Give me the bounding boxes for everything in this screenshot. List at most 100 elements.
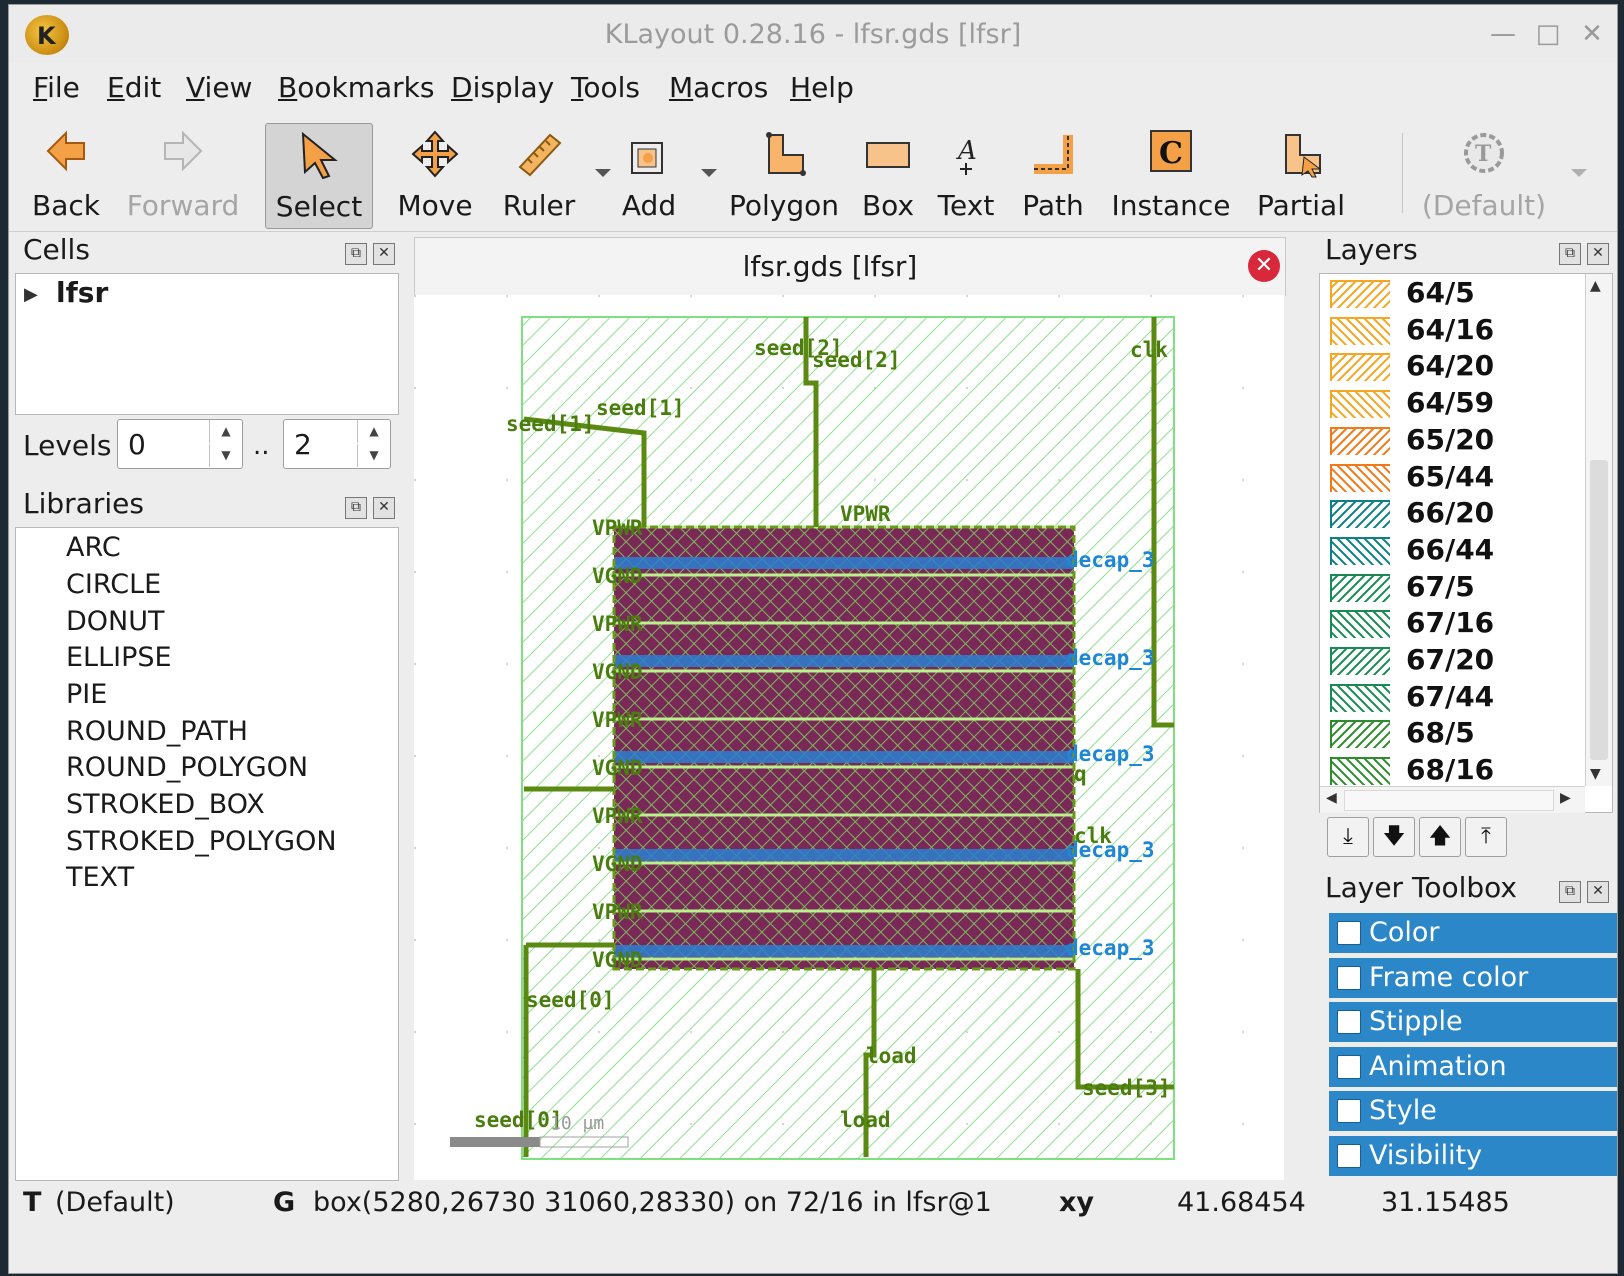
ruler-icon bbox=[518, 133, 562, 177]
cells-float-icon[interactable]: ⧉ bbox=[345, 243, 367, 265]
status-mode-value: (Default) bbox=[55, 1187, 175, 1218]
layer-swatch bbox=[1330, 536, 1390, 565]
layers-close-icon[interactable]: ✕ bbox=[1587, 243, 1609, 265]
spin-down-icon[interactable]: ▼ bbox=[209, 444, 242, 467]
partial-tool-button[interactable]: Partial bbox=[1249, 123, 1353, 227]
move-tool-button[interactable]: Move bbox=[385, 123, 485, 227]
toolbar: Back Forward Select Move Ruler Add Polyg… bbox=[9, 113, 1617, 232]
spin-up-icon[interactable]: ▲ bbox=[357, 420, 390, 443]
status-x-coord: 41.68454 bbox=[1177, 1187, 1306, 1218]
scroll-thumb[interactable] bbox=[1344, 790, 1554, 811]
move-up-button[interactable]: 🡅 bbox=[1419, 817, 1461, 857]
polygon-icon bbox=[766, 132, 806, 176]
spin-down-icon[interactable]: ▼ bbox=[357, 444, 390, 467]
levels-to-spinbox[interactable]: 2 ▲ ▼ bbox=[283, 419, 391, 469]
polygon-tool-button[interactable]: Polygon bbox=[721, 123, 847, 227]
forward-button[interactable]: Forward bbox=[121, 123, 245, 227]
menu-tools[interactable]: Tools bbox=[571, 71, 640, 104]
box-tool-button[interactable]: Box bbox=[855, 123, 921, 227]
text-tool-button[interactable]: A Text bbox=[931, 123, 1001, 227]
library-item[interactable]: STROKED_POLYGON bbox=[66, 826, 337, 857]
library-item[interactable]: ROUND_POLYGON bbox=[66, 752, 308, 783]
path-icon bbox=[1034, 135, 1073, 174]
scroll-right-icon[interactable]: ▶ bbox=[1560, 790, 1571, 806]
toolbox-animation[interactable]: Animation bbox=[1329, 1047, 1617, 1087]
checkbox[interactable] bbox=[1337, 1144, 1361, 1168]
library-item[interactable]: CIRCLE bbox=[66, 569, 161, 600]
toolbox-style[interactable]: Style bbox=[1329, 1091, 1617, 1131]
move-to-bottom-button[interactable]: ⤓ bbox=[1327, 817, 1369, 857]
layer-swatch bbox=[1330, 720, 1390, 749]
status-xy-key: xy bbox=[1059, 1187, 1095, 1218]
label-load: load bbox=[866, 1044, 917, 1068]
layers-vertical-scrollbar[interactable]: ▲ ▼ bbox=[1585, 274, 1612, 786]
menu-edit[interactable]: Edit bbox=[107, 71, 161, 104]
move-down-button[interactable]: 🡇 bbox=[1373, 817, 1415, 857]
menu-macros[interactable]: Macros bbox=[669, 71, 768, 104]
checkbox[interactable] bbox=[1337, 1010, 1361, 1034]
scroll-left-icon[interactable]: ◀ bbox=[1326, 790, 1337, 806]
library-item[interactable]: TEXT bbox=[66, 862, 134, 893]
menu-display[interactable]: Display bbox=[451, 71, 554, 104]
library-item[interactable]: DONUT bbox=[66, 606, 165, 637]
levels-from-spinbox[interactable]: 0 ▲ ▼ bbox=[117, 419, 243, 469]
menu-view[interactable]: View bbox=[186, 71, 252, 104]
arrow-down-icon: 🡇 bbox=[1382, 824, 1406, 849]
menu-file[interactable]: File bbox=[33, 71, 80, 104]
instance-tool-button[interactable]: C Instance bbox=[1109, 123, 1233, 227]
menu-bookmarks[interactable]: Bookmarks bbox=[278, 71, 434, 104]
cells-close-icon[interactable]: ✕ bbox=[373, 243, 395, 265]
layer-swatch bbox=[1330, 426, 1390, 455]
back-button[interactable]: Back bbox=[21, 123, 111, 227]
close-tab-icon[interactable]: ✕ bbox=[1248, 250, 1280, 282]
layout-tab[interactable]: lfsr.gds [lfsr] ✕ bbox=[414, 237, 1286, 296]
layer-name: 68/16 bbox=[1406, 753, 1495, 787]
checkbox[interactable] bbox=[1337, 1099, 1361, 1123]
layers-float-icon[interactable]: ⧉ bbox=[1559, 243, 1581, 265]
library-item[interactable]: PIE bbox=[66, 679, 107, 710]
toolbox-close-icon[interactable]: ✕ bbox=[1587, 881, 1609, 903]
scroll-down-icon[interactable]: ▼ bbox=[1590, 766, 1601, 782]
label-decap: decap_3 bbox=[1066, 838, 1155, 862]
toolbox-float-icon[interactable]: ⧉ bbox=[1559, 881, 1581, 903]
library-item[interactable]: ARC bbox=[66, 532, 121, 563]
checkbox[interactable] bbox=[1337, 966, 1361, 990]
library-item[interactable]: ELLIPSE bbox=[66, 642, 172, 673]
spin-up-icon[interactable]: ▲ bbox=[209, 420, 242, 443]
cell-item-lfsr[interactable]: lfsr bbox=[56, 276, 108, 309]
add-tool-button[interactable]: Add bbox=[609, 123, 689, 227]
add-dropdown-icon[interactable] bbox=[701, 169, 717, 177]
libraries-close-icon[interactable]: ✕ bbox=[373, 497, 395, 519]
scroll-thumb[interactable] bbox=[1590, 460, 1608, 760]
layers-list: 64/5 64/16 64/20 64/59 65/20 65/44 66/20 66/44 6… bbox=[1319, 273, 1613, 813]
title-bar: K KLayout 0.28.16 - lfsr.gds [lfsr] — □ … bbox=[9, 5, 1617, 63]
select-tool-button[interactable]: Select bbox=[265, 123, 373, 229]
toolbox-visibility[interactable]: Visibility bbox=[1329, 1136, 1617, 1176]
klayout-window: K KLayout 0.28.16 - lfsr.gds [lfsr] — □ … bbox=[8, 4, 1618, 1274]
checkbox[interactable] bbox=[1337, 1055, 1361, 1079]
toolbox-frame-color[interactable]: Frame color bbox=[1329, 958, 1617, 998]
maximize-icon[interactable]: □ bbox=[1531, 17, 1565, 51]
default-dropdown-icon[interactable] bbox=[1571, 169, 1587, 177]
move-to-top-button[interactable]: ⤒ bbox=[1465, 817, 1507, 857]
library-item[interactable]: ROUND_PATH bbox=[66, 716, 248, 747]
layout-canvas[interactable]: seed[2] seed[2] clk seed[1] seed[1] VPWR… bbox=[414, 295, 1284, 1180]
layer-swatch bbox=[1330, 316, 1390, 345]
toolbox-color[interactable]: Color bbox=[1329, 913, 1617, 953]
expand-triangle-icon[interactable]: ▶ bbox=[24, 284, 38, 305]
arrow-right-icon bbox=[164, 130, 203, 172]
toolbox-stipple[interactable]: Stipple bbox=[1329, 1002, 1617, 1042]
path-tool-button[interactable]: Path bbox=[1013, 123, 1093, 227]
checkbox[interactable] bbox=[1337, 921, 1361, 945]
menu-help[interactable]: Help bbox=[790, 71, 854, 104]
scroll-up-icon[interactable]: ▲ bbox=[1590, 278, 1601, 294]
libraries-float-icon[interactable]: ⧉ bbox=[345, 497, 367, 519]
ruler-tool-button[interactable]: Ruler bbox=[489, 123, 589, 227]
minimize-icon[interactable]: — bbox=[1486, 17, 1520, 51]
close-window-icon[interactable]: ✕ bbox=[1575, 17, 1609, 51]
label-clk: clk bbox=[1130, 338, 1168, 362]
library-item[interactable]: STROKED_BOX bbox=[66, 789, 265, 820]
default-template-button[interactable]: T (Default) bbox=[1419, 123, 1549, 227]
arrow-left-icon bbox=[46, 130, 85, 172]
layers-horizontal-scrollbar[interactable]: ◀ ▶ bbox=[1320, 786, 1585, 813]
